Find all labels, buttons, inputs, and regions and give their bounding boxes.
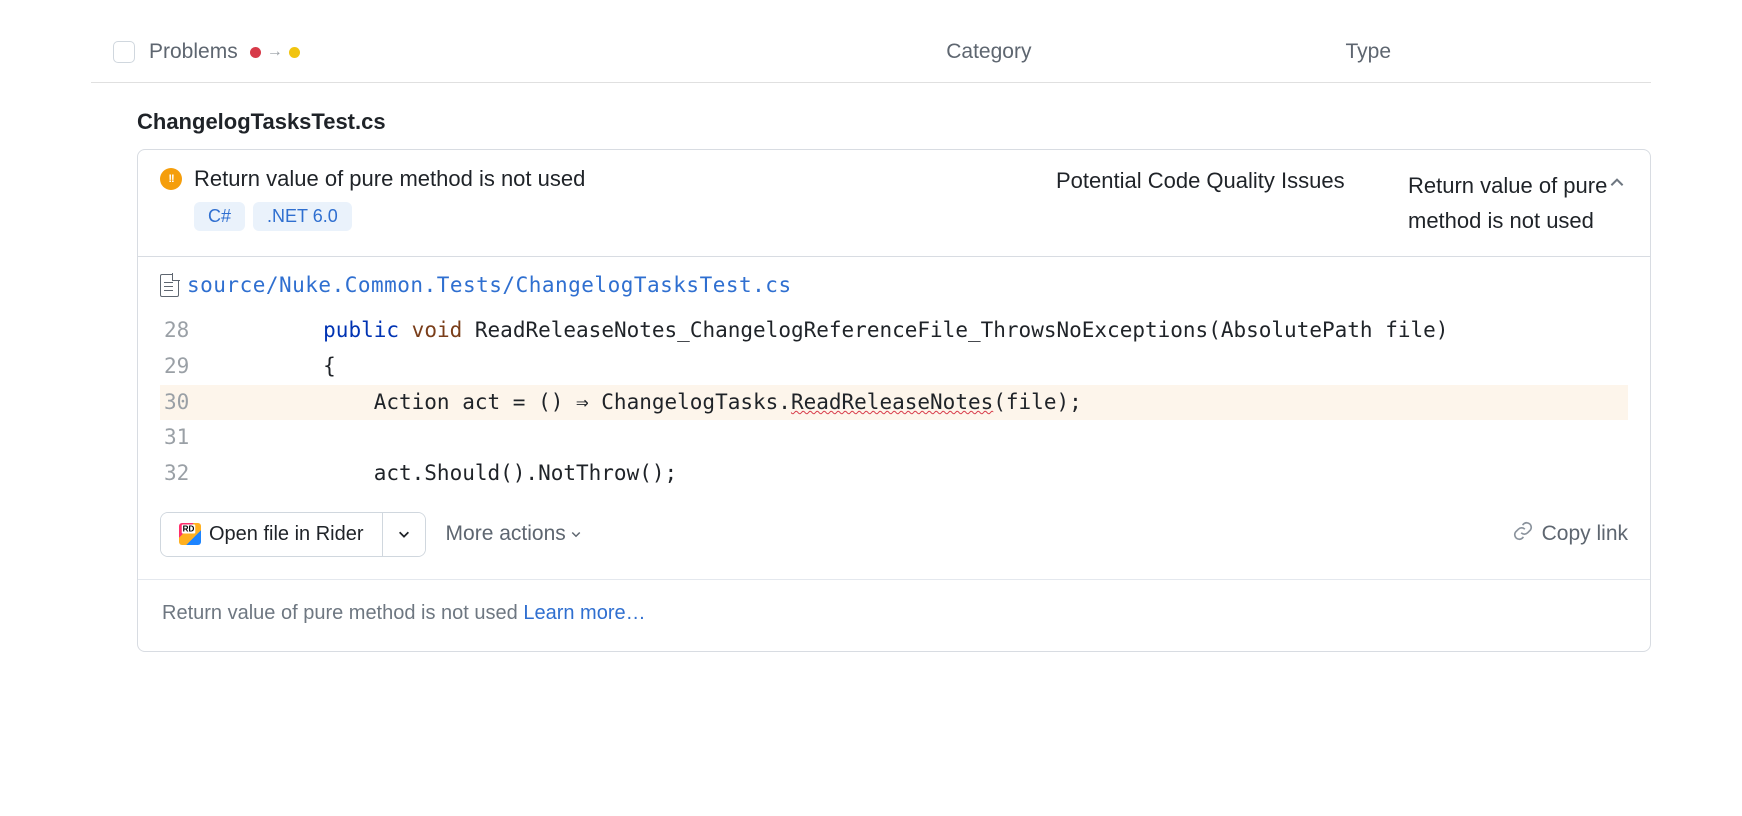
code-text: Action act = () ⇒ ChangelogTasks.ReadRel…: [222, 385, 1082, 421]
file-heading: ChangelogTasksTest.cs: [91, 83, 1651, 149]
file-icon: [160, 274, 179, 297]
code-block: 28 public void ReadReleaseNotes_Changelo…: [160, 313, 1628, 491]
open-in-rider-button[interactable]: Open file in Rider: [161, 513, 382, 556]
category-column-header[interactable]: Category: [946, 40, 1331, 64]
tag-framework[interactable]: .NET 6.0: [253, 202, 352, 231]
action-bar: Open file in Rider More actions Copy: [138, 492, 1650, 579]
code-section: source/Nuke.Common.Tests/ChangelogTasksT…: [138, 257, 1650, 491]
select-all-checkbox[interactable]: [113, 41, 135, 63]
code-line: 31: [160, 420, 1628, 456]
copy-link-label: Copy link: [1542, 522, 1628, 546]
severity-dot-error-icon: [250, 47, 261, 58]
line-number: 28: [160, 313, 222, 349]
copy-link-button[interactable]: Copy link: [1512, 520, 1628, 548]
footer-text: Return value of pure method is not used: [162, 602, 518, 624]
code-line: 29 {: [160, 349, 1628, 385]
issue-title: Return value of pure method is not used: [194, 166, 1044, 192]
footer-note: Return value of pure method is not used …: [138, 579, 1650, 651]
code-line: 30 Action act = () ⇒ ChangelogTasks.Read…: [160, 385, 1628, 421]
code-text: act.Should().NotThrow();: [222, 456, 677, 492]
chevron-down-icon: [397, 527, 411, 541]
warning-icon: [160, 168, 182, 190]
code-text: public void ReadReleaseNotes_ChangelogRe…: [222, 313, 1448, 349]
chevron-up-icon[interactable]: [1604, 170, 1630, 202]
arrow-right-icon: →: [267, 43, 283, 61]
more-actions-label: More actions: [446, 522, 566, 546]
code-text: {: [222, 349, 336, 385]
tag-language[interactable]: C#: [194, 202, 245, 231]
issue-type: Return value of pure method is not used: [1408, 166, 1628, 238]
open-in-rider-group: Open file in Rider: [160, 512, 426, 557]
severity-dot-warning-icon: [289, 47, 300, 58]
tag-row: C# .NET 6.0: [194, 202, 1044, 231]
severity-indicator: →: [250, 43, 300, 61]
problems-column-header[interactable]: Problems →: [149, 40, 300, 64]
issue-card: Return value of pure method is not used …: [137, 149, 1651, 652]
open-in-rider-label: Open file in Rider: [209, 523, 364, 546]
line-number: 31: [160, 420, 222, 456]
issue-category: Potential Code Quality Issues: [1056, 166, 1396, 238]
code-line: 32 act.Should().NotThrow();: [160, 456, 1628, 492]
problems-label: Problems: [149, 40, 238, 64]
link-icon: [1512, 520, 1534, 548]
code-line: 28 public void ReadReleaseNotes_Changelo…: [160, 313, 1628, 349]
line-number: 30: [160, 385, 222, 421]
more-actions-button[interactable]: More actions: [446, 522, 582, 546]
line-number: 32: [160, 456, 222, 492]
file-path-link[interactable]: source/Nuke.Common.Tests/ChangelogTasksT…: [187, 273, 792, 297]
issue-summary-row[interactable]: Return value of pure method is not used …: [138, 150, 1650, 257]
open-in-rider-dropdown-button[interactable]: [382, 513, 425, 556]
learn-more-link[interactable]: Learn more…: [523, 602, 645, 624]
type-column-header[interactable]: Type: [1345, 40, 1651, 64]
line-number: 29: [160, 349, 222, 385]
rider-icon: [179, 523, 201, 545]
chevron-down-icon: [570, 528, 582, 540]
column-header-row: Problems → Category Type: [91, 30, 1651, 83]
